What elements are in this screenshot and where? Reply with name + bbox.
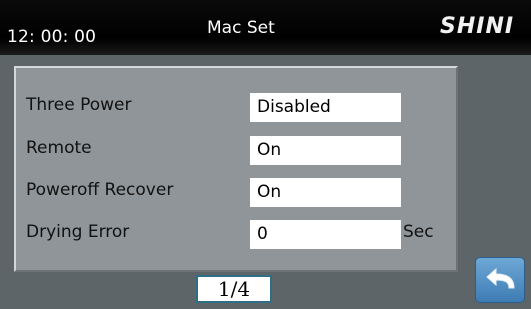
setting-row-three-power: Three Power Disabled (16, 93, 456, 123)
drying-error-label: Drying Error (26, 222, 130, 242)
three-power-value[interactable]: Disabled (250, 93, 401, 122)
return-arrow-icon (486, 267, 515, 289)
remote-value[interactable]: On (250, 136, 401, 165)
drying-error-unit: Sec (403, 222, 434, 242)
settings-panel: Three Power Disabled Remote On Poweroff … (14, 66, 458, 272)
clock-display: 12: 00: 00 (7, 27, 97, 47)
three-power-label: Three Power (26, 95, 132, 115)
remote-label: Remote (26, 138, 92, 158)
drying-error-value[interactable]: 0 (250, 220, 401, 249)
header-bar: 12: 00: 00 Mac Set SHINI (0, 0, 531, 55)
page-indicator: 1/4 (196, 275, 272, 303)
back-button[interactable] (475, 257, 525, 303)
brand-logo: SHINI (440, 14, 515, 39)
poweroff-recover-label: Poweroff Recover (26, 180, 174, 200)
setting-row-remote: Remote On (16, 136, 456, 166)
setting-row-poweroff-recover: Poweroff Recover On (16, 178, 456, 208)
poweroff-recover-value[interactable]: On (250, 178, 401, 207)
page-title: Mac Set (207, 18, 275, 38)
setting-row-drying-error: Drying Error 0 Sec (16, 220, 456, 250)
